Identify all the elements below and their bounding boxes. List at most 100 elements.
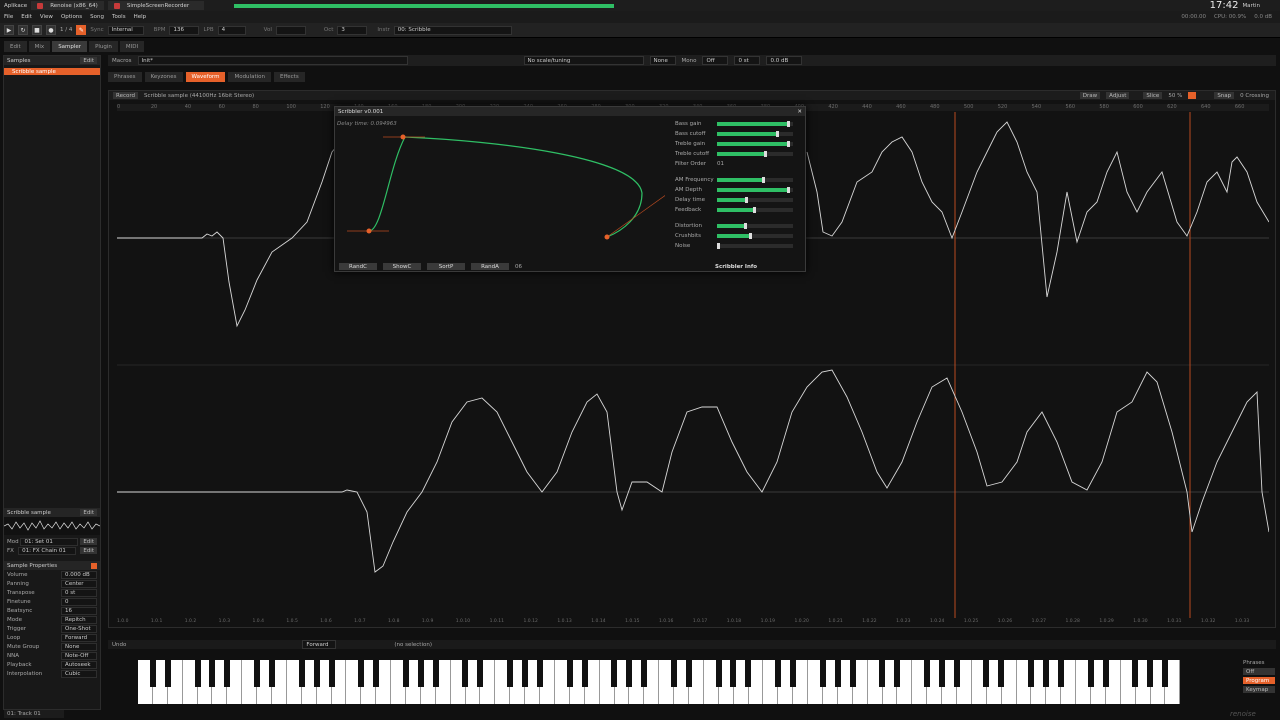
black-key[interactable] xyxy=(715,660,722,687)
macro-preset-select[interactable]: Init* xyxy=(137,56,408,65)
black-key[interactable] xyxy=(745,660,752,687)
property-value[interactable]: None xyxy=(61,642,97,651)
slider-track[interactable] xyxy=(717,177,793,183)
black-key[interactable] xyxy=(254,660,261,687)
instrument-select[interactable]: 00: Scribble xyxy=(393,25,512,35)
snap-button[interactable]: Snap xyxy=(1214,92,1235,99)
black-key[interactable] xyxy=(1087,660,1094,687)
black-key[interactable] xyxy=(685,660,692,687)
track-select[interactable]: 01: Track 01 xyxy=(4,710,64,718)
tab-plugin[interactable]: Plugin xyxy=(89,41,118,52)
tab-waveform[interactable]: Waveform xyxy=(185,72,226,82)
slider-handle[interactable] xyxy=(749,233,753,239)
task-renoise[interactable]: Renoise (x86_64) xyxy=(31,1,104,10)
slider-track[interactable] xyxy=(717,197,793,203)
task-recorder[interactable]: SimpleScreenRecorder xyxy=(107,1,204,10)
black-key[interactable] xyxy=(834,660,841,687)
oct-field[interactable]: 3 xyxy=(337,25,368,35)
slider-handle[interactable] xyxy=(745,197,749,203)
property-value[interactable]: Cubic xyxy=(61,669,97,678)
black-key[interactable] xyxy=(432,660,439,687)
black-key[interactable] xyxy=(923,660,930,687)
slider-track[interactable] xyxy=(717,223,793,229)
phrase-off-button[interactable]: Off xyxy=(1243,668,1275,675)
tab-midi[interactable]: MIDI xyxy=(119,41,145,52)
key-select[interactable]: None xyxy=(649,56,676,65)
black-key[interactable] xyxy=(417,660,424,687)
close-icon[interactable]: ✕ xyxy=(797,109,802,115)
loop-icon[interactable]: ↻ xyxy=(18,25,28,35)
black-key[interactable] xyxy=(983,660,990,687)
slider-track[interactable] xyxy=(717,233,793,239)
slider-handle[interactable] xyxy=(753,207,756,213)
scale-select[interactable]: No scale/tuning xyxy=(523,56,644,65)
black-key[interactable] xyxy=(849,660,856,687)
black-key[interactable] xyxy=(581,660,588,687)
point-count[interactable]: 06 xyxy=(515,264,522,270)
black-key[interactable] xyxy=(298,660,305,687)
slider-track[interactable] xyxy=(717,131,793,137)
menu-view[interactable]: View xyxy=(40,14,53,20)
glide-field[interactable]: Off xyxy=(702,56,729,65)
randc-button[interactable]: RandC xyxy=(339,263,377,270)
property-value[interactable]: Repitch xyxy=(61,615,97,624)
record-icon[interactable]: ● xyxy=(46,25,56,35)
slider-handle[interactable] xyxy=(716,243,720,249)
menu-options[interactable]: Options xyxy=(61,14,82,20)
property-value[interactable]: 0 xyxy=(61,597,97,606)
tab-sampler[interactable]: Sampler xyxy=(52,41,88,52)
adjust-button[interactable]: Adjust xyxy=(1106,92,1130,99)
black-key[interactable] xyxy=(536,660,543,687)
tab-phrases[interactable]: Phrases xyxy=(108,72,142,82)
property-value[interactable]: Center xyxy=(61,579,97,588)
black-key[interactable] xyxy=(209,660,216,687)
black-key[interactable] xyxy=(730,660,737,687)
zero-crossing-toggle[interactable]: 0 Crossing xyxy=(1240,93,1269,99)
scribbler-info-link[interactable]: Scribbler Info xyxy=(715,264,757,270)
properties-toggle-icon[interactable] xyxy=(91,562,97,569)
lpb-field[interactable]: 4 xyxy=(217,25,246,35)
sync-select[interactable]: Internal xyxy=(107,25,144,35)
tab-keyzones[interactable]: Keyzones xyxy=(144,72,183,82)
property-value[interactable]: Note-Off xyxy=(61,651,97,660)
user-name[interactable]: Martin xyxy=(1242,3,1260,9)
sample-list-item[interactable]: Scribble sample xyxy=(4,68,100,75)
property-value[interactable]: One-Shot xyxy=(61,624,97,633)
slider-handle[interactable] xyxy=(762,177,766,183)
black-key[interactable] xyxy=(507,660,514,687)
property-value[interactable]: Autoseek xyxy=(61,660,97,669)
black-key[interactable] xyxy=(626,660,633,687)
tab-effects[interactable]: Effects xyxy=(273,72,305,82)
slider-handle[interactable] xyxy=(775,131,779,137)
black-key[interactable] xyxy=(1102,660,1109,687)
mod-set-select[interactable]: 01: Set 01 xyxy=(20,537,79,546)
sample-preview-waveform[interactable] xyxy=(3,517,101,535)
filter-order-value[interactable]: 01 xyxy=(717,161,724,167)
piano-keyboard[interactable] xyxy=(138,660,1181,704)
keymap-button[interactable]: Keymap xyxy=(1243,686,1275,693)
slider-track[interactable] xyxy=(717,187,793,193)
black-key[interactable] xyxy=(641,660,648,687)
draw-button[interactable]: Draw xyxy=(1079,92,1101,99)
slider-handle[interactable] xyxy=(787,187,791,193)
black-key[interactable] xyxy=(670,660,677,687)
menu-help[interactable]: Help xyxy=(134,14,147,20)
tab-edit[interactable]: Edit xyxy=(4,41,27,52)
fx-chain-select[interactable]: 01: FX Chain 01 xyxy=(18,546,77,555)
black-key[interactable] xyxy=(268,660,275,687)
black-key[interactable] xyxy=(358,660,365,687)
black-key[interactable] xyxy=(953,660,960,687)
record-button[interactable]: Record xyxy=(113,92,139,99)
play-icon[interactable]: ▶ xyxy=(4,25,14,35)
black-key[interactable] xyxy=(1057,660,1064,687)
black-key[interactable] xyxy=(1147,660,1154,687)
black-key[interactable] xyxy=(477,660,484,687)
black-key[interactable] xyxy=(938,660,945,687)
slider-track[interactable] xyxy=(717,151,793,157)
preview-edit-button[interactable]: Edit xyxy=(80,509,97,516)
black-key[interactable] xyxy=(998,660,1005,687)
slider-handle[interactable] xyxy=(787,141,791,147)
transpose-field[interactable]: 0 st xyxy=(734,56,761,65)
property-value[interactable]: 16 xyxy=(61,606,97,615)
property-value[interactable]: Forward xyxy=(61,633,97,642)
